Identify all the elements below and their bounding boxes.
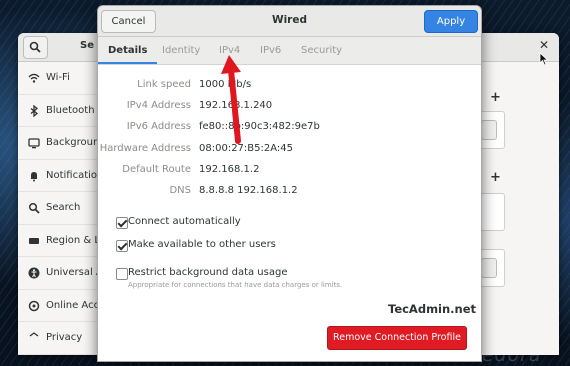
checkbox-label: Connect automatically (128, 216, 241, 227)
checkbox-checked[interactable] (116, 217, 128, 229)
detail-value: 08:00:27:B5:2A:45 (199, 143, 293, 154)
remove-connection-profile-button[interactable]: Remove Connection Profile (327, 326, 467, 350)
tab-ipv4[interactable]: IPv4 (219, 37, 240, 64)
checkbox-label: Make available to other users (128, 239, 276, 250)
watermark-text: TecAdmin.net (388, 302, 477, 316)
privacy-icon (29, 332, 39, 337)
options-button[interactable] (481, 120, 497, 140)
detail-key: Hardware Address (99, 143, 191, 154)
detail-row-ipv6: IPv6 Address fe80::8b:90c3:482:9e7b (98, 121, 481, 137)
options-button[interactable] (481, 258, 497, 278)
sidebar-item-bluetooth[interactable]: Bluetooth (18, 95, 97, 127)
detail-value: 192.168.1.2 (199, 164, 260, 175)
mouse-cursor-icon (539, 52, 549, 66)
sidebar-item-label: Search (46, 202, 81, 213)
detail-value: 8.8.8.8 192.168.1.2 (199, 185, 298, 196)
checkbox-label: Restrict background data usage (128, 267, 288, 278)
detail-value: 1000 Mb/s (199, 79, 252, 90)
detail-key: Link speed (137, 79, 191, 90)
tab-details[interactable]: Details (98, 37, 158, 64)
detail-row-ipv4: IPv4 Address 192.168.1.240 (98, 100, 481, 116)
region-icon (29, 237, 39, 244)
sidebar-item-region[interactable]: Region & La (18, 225, 106, 257)
sidebar-item-search[interactable]: Search (18, 192, 97, 225)
sidebar-item-label: Privacy (46, 332, 83, 343)
sidebar-item-label: Notification (46, 169, 104, 181)
dialog-header: Cancel Wired Apply (98, 6, 481, 37)
bluetooth-icon (30, 104, 39, 117)
detail-key: IPv6 Address (126, 121, 191, 132)
sidebar-item-online-accounts[interactable]: Online Acco (18, 290, 105, 322)
detail-value: fe80::8b:90c3:482:9e7b (199, 121, 320, 132)
add-icon[interactable]: + (490, 170, 501, 185)
detail-row-default-route: Default Route 192.168.1.2 (98, 164, 481, 180)
detail-row-link-speed: Link speed 1000 Mb/s (98, 79, 481, 95)
sidebar-item-label: Wi-Fi (46, 72, 70, 83)
settings-title: Se (80, 40, 94, 51)
detail-key: IPv4 Address (126, 100, 191, 111)
tab-identity[interactable]: Identity (162, 37, 200, 64)
checkbox-checked[interactable] (116, 240, 128, 252)
search-icon (29, 41, 41, 53)
sidebar-item-wifi[interactable]: Wi-Fi (18, 62, 97, 95)
tab-bar: Details Identity IPv4 IPv6 Security (98, 37, 481, 65)
detail-key: Default Route (122, 164, 191, 175)
settings-sidebar: Wi-Fi Bluetooth Background Notification (18, 62, 106, 355)
tab-security[interactable]: Security (301, 37, 342, 64)
checkbox-hint: Appropriate for connections that have da… (128, 281, 343, 289)
wired-dialog: Cancel Wired Apply Details Identity IPv4… (97, 5, 482, 362)
online-accounts-icon (28, 300, 40, 311)
detail-key: DNS (169, 185, 191, 196)
sidebar-item-notifications[interactable]: Notification (18, 160, 103, 192)
sidebar-item-background[interactable]: Background (18, 127, 106, 160)
sidebar-item-privacy[interactable]: Privacy (18, 322, 97, 355)
universal-access-icon (28, 267, 40, 279)
notification-icon (31, 171, 37, 181)
add-icon[interactable]: + (490, 90, 501, 105)
close-icon[interactable]: ✕ (539, 38, 549, 52)
background-icon (28, 138, 40, 149)
sidebar-item-label: Bluetooth (46, 104, 95, 116)
sidebar-item-universal-access[interactable]: Universal A (18, 257, 103, 290)
detail-row-dns: DNS 8.8.8.8 192.168.1.2 (98, 185, 481, 201)
search-button[interactable] (23, 36, 48, 59)
detail-value: 192.168.1.240 (199, 100, 273, 111)
checkbox-unchecked[interactable] (116, 268, 128, 280)
sidebar-item-label: Universal A (46, 267, 103, 278)
wifi-icon (28, 73, 40, 83)
tab-ipv6[interactable]: IPv6 (260, 37, 281, 64)
apply-button[interactable]: Apply (424, 10, 478, 33)
detail-row-hardware-address: Hardware Address 08:00:27:B5:2A:45 (98, 143, 481, 159)
search-icon (28, 202, 40, 214)
